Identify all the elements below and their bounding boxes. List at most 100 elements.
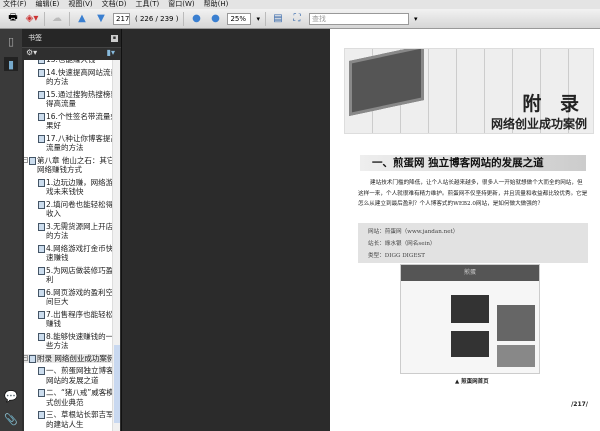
screenshot-image <box>497 345 535 367</box>
screenshot-image <box>451 331 489 357</box>
figure-caption: ▲ 煎蛋网首页 <box>455 379 489 385</box>
bookmark-label: 3.无需货源网上开店的方法 <box>46 221 114 241</box>
intro-paragraph: 建站技术门槛的降低，让个人站长越来越多，很多人一开始就想做个大而全的网站，但这样… <box>358 180 588 207</box>
bookmark-item[interactable]: 1.边玩边赚，网络游戏未来钱快 <box>24 178 120 197</box>
search-dropdown-icon[interactable]: ▾ <box>414 15 418 23</box>
close-panel-button[interactable]: ▪ <box>111 35 118 42</box>
bookmark-item[interactable]: 6.网页游戏的盈利空间巨大 <box>24 288 120 307</box>
laptop-illustration <box>349 49 424 116</box>
navigation-strip: ▯ ▮ 💬 📎 <box>0 29 22 431</box>
bookmark-icon <box>38 367 45 375</box>
info-site: 网站：煎蛋网（www.jandan.net） <box>368 229 459 235</box>
bookmark-icon <box>38 178 45 187</box>
pages-icon[interactable]: ▯ <box>4 34 18 48</box>
bookmark-item[interactable]: 7.出售程序也能轻松赚钱 <box>24 310 120 329</box>
search-input[interactable]: 查找 <box>308 12 409 25</box>
menu-file[interactable]: 文件(F) <box>3 0 27 9</box>
new-bookmark-icon[interactable]: ▮▾ <box>107 48 115 57</box>
bookmark-icon <box>29 354 36 363</box>
bookmark-item[interactable]: 三、草根站长郭吉军的建站人生 <box>24 410 120 429</box>
bookmark-label: 8.能够快速赚钱的一些方法 <box>46 331 114 351</box>
bookmark-item[interactable]: 5.为网店做装修巧盈利 <box>24 266 120 285</box>
info-box: 网站：煎蛋网（www.jandan.net） 站长：綠水银（网名sein） 类型… <box>358 223 588 263</box>
collapse-toggle-icon[interactable]: − <box>24 156 28 163</box>
previous-page-button[interactable]: ▲ <box>75 12 89 26</box>
info-type: 类型：DIGG DIGEST <box>368 253 426 259</box>
zoom-in-button[interactable]: ● <box>208 12 222 26</box>
bookmarks-icon[interactable]: ▮ <box>4 57 18 71</box>
menu-help[interactable]: 帮助(H) <box>204 0 229 9</box>
bookmark-label: 14.快速提高网站流量的方法 <box>46 67 118 87</box>
bookmark-item[interactable]: 17.八种让你博客提高流量的方法 <box>24 134 120 153</box>
bookmark-icon <box>38 68 45 77</box>
menu-document[interactable]: 文档(D) <box>102 0 127 9</box>
share-icon[interactable]: ◈▾ <box>25 12 39 26</box>
bookmark-icon <box>38 389 45 397</box>
panel-title: 书签 <box>28 34 42 42</box>
bookmark-icon <box>38 60 45 64</box>
bookmark-item[interactable]: − 附录 网络创业成功案例 <box>24 353 120 363</box>
bookmark-label: 一、煎蛋网独立博客网站的发展之道 <box>46 366 114 385</box>
menu-edit[interactable]: 编辑(E) <box>36 0 60 9</box>
screenshot-header: 煎蛋 <box>401 265 539 281</box>
bookmark-item[interactable]: 16.个性签名带流量效果好 <box>24 112 120 131</box>
toolbar: 🖶 ◈▾ ☁ ▲ ▼ 217 ( 226 / 239 ) ● ● 25% ▾ ▤… <box>0 9 600 29</box>
banner-subtitle: 网络创业成功案例 <box>490 117 587 131</box>
menu-window[interactable]: 窗口(W) <box>168 0 194 9</box>
bookmark-label: 4.网络游戏打金币快速赚钱 <box>46 243 114 263</box>
bookmark-item[interactable]: 15.通过搜狗热搜榜获得高流量 <box>24 90 120 109</box>
bookmark-icon <box>38 112 45 121</box>
full-screen-icon[interactable]: ⛶ <box>290 12 304 26</box>
bookmark-icon <box>38 310 45 319</box>
page-number: /217/ <box>571 401 588 408</box>
bookmark-item[interactable]: 2.填问卷也能轻松得收入 <box>24 200 120 219</box>
bookmark-label: 二、“猪八戒”威客模式创业典范 <box>46 388 114 407</box>
panel-toolbar: ⚙▾ ▮▾ <box>22 48 121 60</box>
bookmark-item[interactable]: 3.无需货源网上开店的方法 <box>24 222 120 241</box>
collaborate-icon[interactable]: ☁ <box>50 12 64 26</box>
bookmark-item[interactable]: − 第八章 他山之石：其它网络赚钱方式 <box>24 156 120 175</box>
bookmark-item[interactable]: 4.网络游戏打金币快速赚钱 <box>24 244 120 263</box>
bookmark-icon <box>29 156 36 165</box>
divider <box>264 11 266 26</box>
comments-icon[interactable]: 💬 <box>4 389 18 403</box>
bookmark-item[interactable]: 一、煎蛋网独立博客网站的发展之道 <box>24 366 120 385</box>
bookmark-icon <box>38 244 45 253</box>
collapse-toggle-icon[interactable]: − <box>24 354 28 361</box>
fit-page-icon[interactable]: ▤ <box>271 12 285 26</box>
scrollbar[interactable] <box>112 60 120 431</box>
attachments-icon[interactable]: 📎 <box>4 412 18 426</box>
bookmark-label: 第八章 他山之石：其它网络赚钱方式 <box>37 155 115 175</box>
zoom-out-button[interactable]: ● <box>189 12 203 26</box>
bookmark-item[interactable]: 13.也能赚大钱 <box>24 60 120 65</box>
divider <box>183 11 185 26</box>
info-owner: 站长：綠水银（网名sein） <box>368 241 436 247</box>
scrollbar-thumb[interactable] <box>114 345 120 423</box>
chapter-banner: 附 录 网络创业成功案例 <box>344 48 594 134</box>
bookmark-item[interactable]: 14.快速提高网站流量的方法 <box>24 68 120 87</box>
zoom-dropdown-icon[interactable]: ▾ <box>256 15 260 23</box>
bookmark-icon <box>38 90 45 99</box>
zoom-input[interactable]: 25% <box>227 12 252 25</box>
page-number-input[interactable]: 217 <box>113 12 130 25</box>
bookmark-label: 7.出售程序也能轻松赚钱 <box>46 309 114 329</box>
bookmark-item[interactable]: 8.能够快速赚钱的一些方法 <box>24 332 120 351</box>
divider <box>44 11 45 26</box>
bookmark-icon <box>38 200 45 209</box>
website-screenshot: 煎蛋 <box>400 264 540 374</box>
options-gear-icon[interactable]: ⚙▾ <box>26 48 37 57</box>
bookmark-label: 5.为网店做装修巧盈利 <box>46 265 114 285</box>
bookmark-icon <box>38 266 45 275</box>
bookmark-item[interactable]: 二、“猪八戒”威客模式创业典范 <box>24 388 120 407</box>
bookmark-label: 16.个性签名带流量效果好 <box>46 111 118 131</box>
menu-view[interactable]: 视图(V) <box>68 0 92 9</box>
bookmark-icon <box>38 332 45 341</box>
bookmark-icon <box>38 288 45 297</box>
bookmarks-panel: 书签 ▪ ⚙▾ ▮▾ 13.也能赚大钱 14.快速提高网站流量的方法 15.通过搜狗… <box>22 29 122 431</box>
print-icon[interactable]: 🖶 <box>6 12 20 26</box>
page-count: ( 226 / 239 ) <box>135 14 179 23</box>
bookmark-tree: 13.也能赚大钱 14.快速提高网站流量的方法 15.通过搜狗热搜榜获得高流量 16.… <box>24 60 120 431</box>
bookmark-label: 1.边玩边赚，网络游戏未来钱快 <box>46 177 114 197</box>
next-page-button[interactable]: ▼ <box>94 12 108 26</box>
menu-tools[interactable]: 工具(T) <box>136 0 160 9</box>
